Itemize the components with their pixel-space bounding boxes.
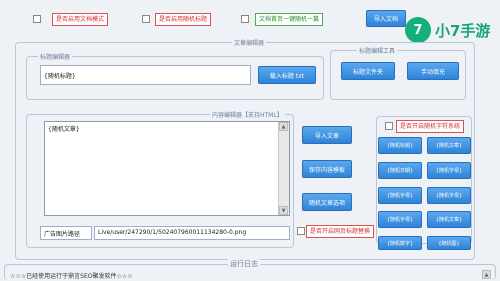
log-title: 运行日志 <box>228 259 260 269</box>
logo-mark: 7 <box>405 17 431 43</box>
random-tags-checkbox[interactable] <box>385 122 393 130</box>
picture-path-input[interactable]: Live/user/247290/1/502407960011134280-0.… <box>94 226 290 240</box>
content-editor-title: 内容编辑器【支持HTML】 <box>210 110 285 119</box>
load-title-txt-button[interactable]: 载入标题 txt <box>258 66 316 84</box>
doc-mode-label: 是否启用文档模式 <box>52 13 109 26</box>
doc-home-random-checkbox[interactable] <box>241 15 249 23</box>
tag-random-date-button[interactable]: {随机日期} <box>378 162 422 179</box>
title-folder-button[interactable]: 标题文件夹 <box>341 62 395 80</box>
logo-text: 小7手游 <box>435 21 491 40</box>
picture-path-label[interactable]: 广告图片路径 <box>40 226 92 240</box>
save-content-template-button[interactable]: 保存内容模板 <box>302 160 352 178</box>
tag-random-article-button[interactable]: {随机文章} <box>427 137 471 154</box>
article-editor-title: 文章编辑器 <box>232 38 267 47</box>
site-logo: 7 小7手游 <box>405 15 491 45</box>
random-tags-label: 是否开启随机字符系统 <box>396 120 465 133</box>
random-title-checkbox[interactable] <box>142 15 150 23</box>
title-editor-title: 标题编辑器 <box>38 52 73 61</box>
keyword-replace-checkbox[interactable] <box>297 227 305 235</box>
tag-random-title-button[interactable]: {随机标题} <box>378 137 422 154</box>
import-article-button[interactable]: 导入文章 <box>302 126 352 144</box>
tag-random-letter-button-1[interactable]: {随机字母} <box>427 162 471 179</box>
keyword-replace-label: 是否开启网页标题替换 <box>306 225 375 238</box>
doc-home-random-label: 文档首页一键随机一篇 <box>255 13 324 26</box>
tag-random-number-button[interactable]: {随机数字} <box>378 236 422 250</box>
random-title-label: 是否启用随机标题 <box>155 13 212 26</box>
title-input[interactable]: {随机标题} <box>40 65 251 85</box>
manual-fill-button[interactable]: 手动填充 <box>407 62 459 80</box>
tag-random-image-button[interactable]: {随机图} <box>427 236 471 250</box>
content-textarea[interactable]: {随机文章} <box>44 121 290 216</box>
log-scroll-up-arrow[interactable]: ▲ <box>482 270 491 279</box>
log-line: ☆☆☆已经使用运行于鼎言SEO聚发软件☆☆☆ <box>10 273 133 280</box>
content-text: {随机文章} <box>48 126 80 133</box>
tag-random-letter-button-2[interactable]: {随机字母} <box>378 187 422 204</box>
doc-mode-checkbox[interactable] <box>33 15 41 23</box>
content-scrollbar[interactable] <box>278 122 289 215</box>
tag-random-letter-button-3[interactable]: {随机字母} <box>427 187 471 204</box>
title-tools-title: 标题编辑工具 <box>357 46 398 55</box>
import-document-button[interactable]: 导入文档 <box>366 10 406 27</box>
tag-random-letter-button-4[interactable]: {随机字母} <box>378 211 422 228</box>
scroll-down-arrow[interactable]: ▼ <box>279 206 288 215</box>
tag-random-article-button-2[interactable]: {随机文章} <box>427 211 471 228</box>
random-article-options-button[interactable]: 随机文章选项 <box>302 193 352 211</box>
scroll-up-arrow[interactable]: ▲ <box>279 122 288 131</box>
